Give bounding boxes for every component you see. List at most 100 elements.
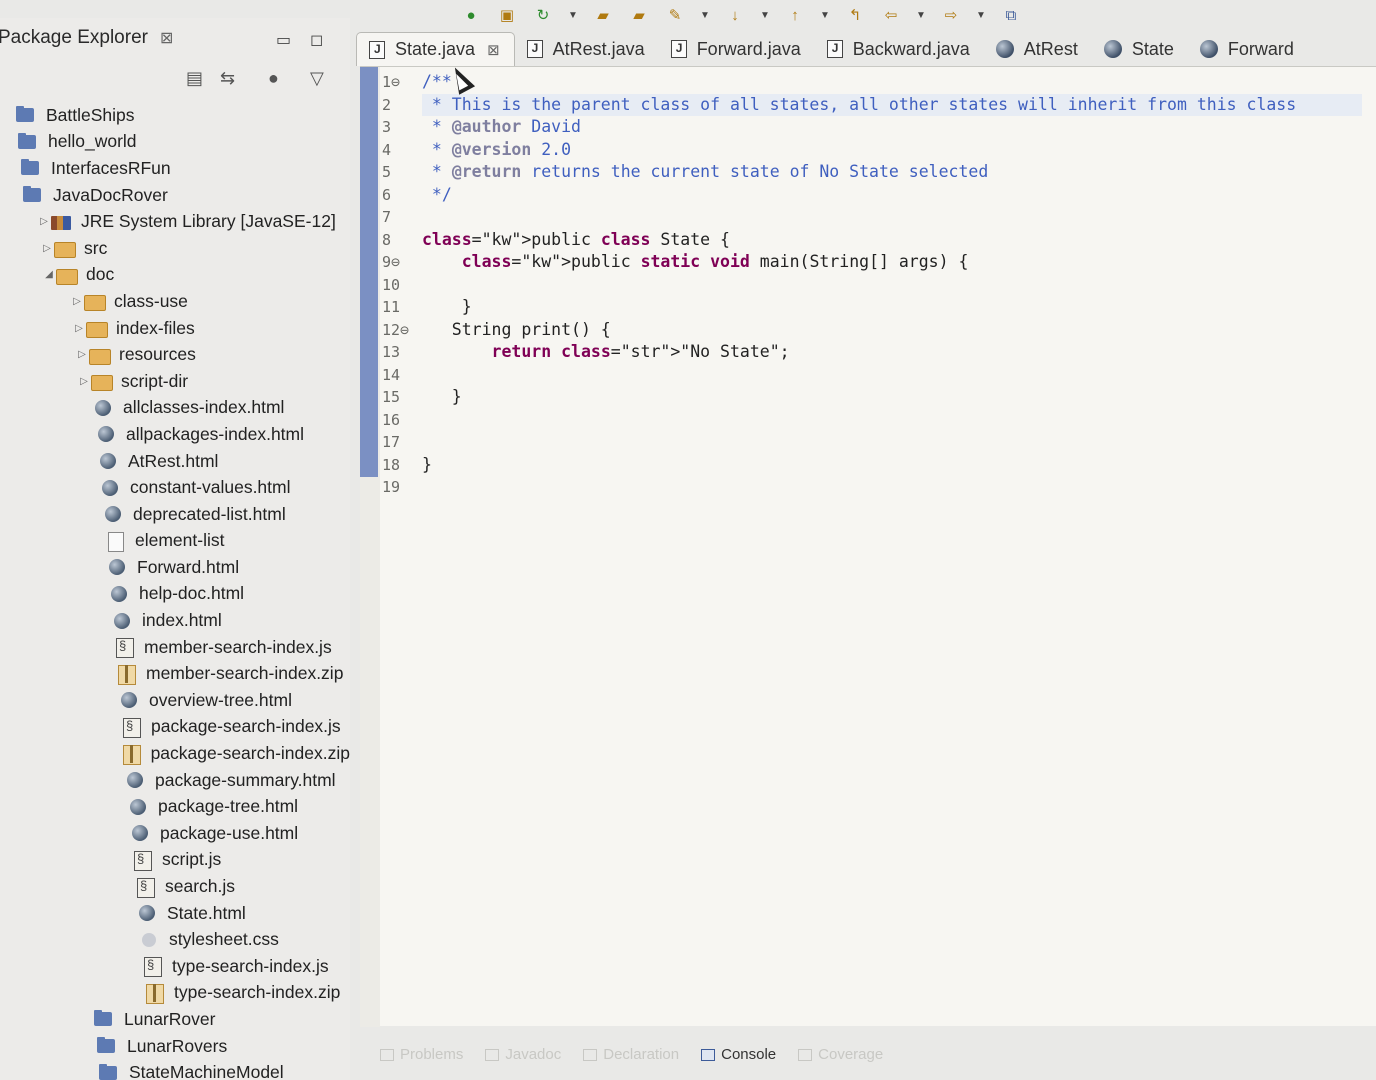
code-line[interactable]: * @version 2.0 (422, 139, 1362, 162)
tree-item[interactable]: stylesheet.css (0, 926, 350, 953)
code-line[interactable]: String print() { (422, 319, 1362, 342)
tree-item[interactable]: JavaDocRover (0, 182, 350, 209)
run-icon[interactable]: ● (460, 6, 482, 24)
code-line[interactable]: class="kw">public static void main(Strin… (422, 251, 1362, 274)
tree-item[interactable]: constant-values.html (0, 474, 350, 501)
tree-item[interactable]: package-use.html (0, 820, 350, 847)
maximize-icon[interactable]: ◻ (310, 30, 323, 50)
open-folder-icon[interactable]: ▰ (592, 6, 614, 24)
tree-item[interactable]: LunarRovers (0, 1033, 350, 1060)
code-line[interactable]: * This is the parent class of all states… (422, 93, 1362, 116)
code-line[interactable]: /** (422, 71, 1362, 94)
code-line[interactable] (422, 409, 1362, 432)
tree-item[interactable]: InterfacesRFun (0, 155, 350, 182)
tree-item[interactable]: allpackages-index.html (0, 421, 350, 448)
minimize-icon[interactable]: ▭ (276, 30, 291, 50)
code-line[interactable]: */ (422, 184, 1362, 207)
tree-item[interactable]: index.html (0, 607, 350, 634)
tree-item[interactable]: package-search-index.js (0, 714, 350, 741)
tree-item[interactable]: ▷ JRE System Library [JavaSE-12] (0, 208, 350, 235)
code-line[interactable]: return class="str">"No State"; (422, 341, 1362, 364)
tree-item[interactable]: type-search-index.js (0, 953, 350, 980)
tree-item[interactable]: ▷ index-files (0, 315, 350, 342)
tree-item[interactable]: hello_world (0, 129, 350, 156)
expanded-arrow-icon[interactable]: ◢ (42, 269, 56, 280)
forward-icon[interactable]: ⇨ (940, 6, 962, 24)
editor-tab[interactable]: State.java ⊠ (356, 32, 515, 66)
tree-item[interactable]: BattleShips (0, 102, 350, 129)
collapsed-arrow-icon[interactable]: ▷ (37, 216, 51, 227)
bottom-tab-problems[interactable]: Problems (380, 1046, 463, 1063)
open-type-icon[interactable]: ▰ (628, 6, 650, 24)
close-icon[interactable]: ⊠ (160, 28, 173, 48)
tree-item[interactable]: AtRest.html (0, 448, 350, 475)
dropdown-icon[interactable]: ▼ (700, 6, 710, 24)
bottom-tab-console[interactable]: Console (701, 1046, 776, 1063)
editor-tab[interactable]: AtRest (984, 32, 1092, 66)
collapse-all-icon[interactable]: ▤ (186, 68, 203, 89)
dropdown-icon[interactable]: ▼ (820, 6, 830, 24)
link-with-editor-icon[interactable]: ⇆ (220, 68, 235, 89)
code-line[interactable]: class="kw">public class State { (422, 229, 1362, 252)
code-line[interactable]: } (422, 296, 1362, 319)
code-line[interactable] (422, 274, 1362, 297)
tree-item[interactable]: type-search-index.zip (0, 980, 350, 1007)
code-line[interactable] (422, 476, 1362, 499)
bottom-tab-javadoc[interactable]: Javadoc (485, 1046, 561, 1063)
wand-icon[interactable]: ✎ (664, 6, 686, 24)
package-icon[interactable]: ▣ (496, 6, 518, 24)
editor-tab[interactable]: Backward.java (815, 32, 984, 66)
code-line[interactable]: } (422, 454, 1362, 477)
tree-item[interactable]: allclasses-index.html (0, 395, 350, 422)
dropdown-icon[interactable]: ▼ (976, 6, 986, 24)
editor-tab[interactable]: Forward (1188, 32, 1308, 66)
tree-item[interactable]: ◢ doc (0, 262, 350, 289)
code-editor[interactable]: 1⊖ 2 3 4 5 6 7 8 9⊖ 10 11 12⊖ 13 14 15 16 17 18 19 /** * T… (360, 66, 1376, 1027)
tree-item[interactable]: script.js (0, 847, 350, 874)
tree-item[interactable]: LunarRover (0, 1006, 350, 1033)
back-icon[interactable]: ⇦ (880, 6, 902, 24)
focus-icon[interactable]: ● (268, 68, 279, 89)
editor-tab[interactable]: State (1092, 32, 1188, 66)
collapsed-arrow-icon[interactable]: ▷ (40, 243, 54, 254)
tree-item[interactable]: element-list (0, 528, 350, 555)
tree-item[interactable]: Forward.html (0, 554, 350, 581)
tree-item[interactable]: search.js (0, 873, 350, 900)
open-perspective-icon[interactable]: ⧉ (1000, 6, 1022, 24)
tree-item[interactable]: overview-tree.html (0, 687, 350, 714)
refresh-icon[interactable]: ↻ (532, 6, 554, 24)
tree-item[interactable]: package-search-index.zip (0, 740, 350, 767)
tree-item[interactable]: help-doc.html (0, 581, 350, 608)
tree-item[interactable]: member-search-index.js (0, 634, 350, 661)
last-edit-icon[interactable]: ↰ (844, 6, 866, 24)
dropdown-icon[interactable]: ▼ (760, 6, 770, 24)
bottom-tab-declaration[interactable]: Declaration (583, 1046, 679, 1063)
editor-tab[interactable]: AtRest.java (515, 32, 659, 66)
dropdown-icon[interactable]: ▼ (568, 6, 578, 24)
tree-item[interactable]: ▷ resources (0, 341, 350, 368)
prev-annotation-icon[interactable]: ↑ (784, 6, 806, 24)
collapsed-arrow-icon[interactable]: ▷ (70, 296, 84, 307)
editor-tab[interactable]: Forward.java (659, 32, 815, 66)
code-line[interactable]: * @author David (422, 116, 1362, 139)
tree-item[interactable]: deprecated-list.html (0, 501, 350, 528)
view-menu-icon[interactable]: ▽ (310, 68, 324, 89)
tree-item[interactable]: package-summary.html (0, 767, 350, 794)
tree-item[interactable]: member-search-index.zip (0, 660, 350, 687)
close-tab-icon[interactable]: ⊠ (487, 41, 500, 59)
tree-item[interactable]: ▷ src (0, 235, 350, 262)
code-line[interactable]: } (422, 386, 1362, 409)
dropdown-icon[interactable]: ▼ (916, 6, 926, 24)
tree-item[interactable]: package-tree.html (0, 793, 350, 820)
collapsed-arrow-icon[interactable]: ▷ (72, 323, 86, 334)
tree-item[interactable]: State.html (0, 900, 350, 927)
collapsed-arrow-icon[interactable]: ▷ (75, 349, 89, 360)
code-line[interactable] (422, 364, 1362, 387)
code-line[interactable] (422, 431, 1362, 454)
tree-item[interactable]: ▷ script-dir (0, 368, 350, 395)
code-area[interactable]: /** * This is the parent class of all st… (422, 71, 1362, 499)
collapsed-arrow-icon[interactable]: ▷ (77, 376, 91, 387)
next-annotation-icon[interactable]: ↓ (724, 6, 746, 24)
bottom-tab-coverage[interactable]: Coverage (798, 1046, 883, 1063)
tree-item[interactable]: StateMachineModel (0, 1059, 350, 1080)
